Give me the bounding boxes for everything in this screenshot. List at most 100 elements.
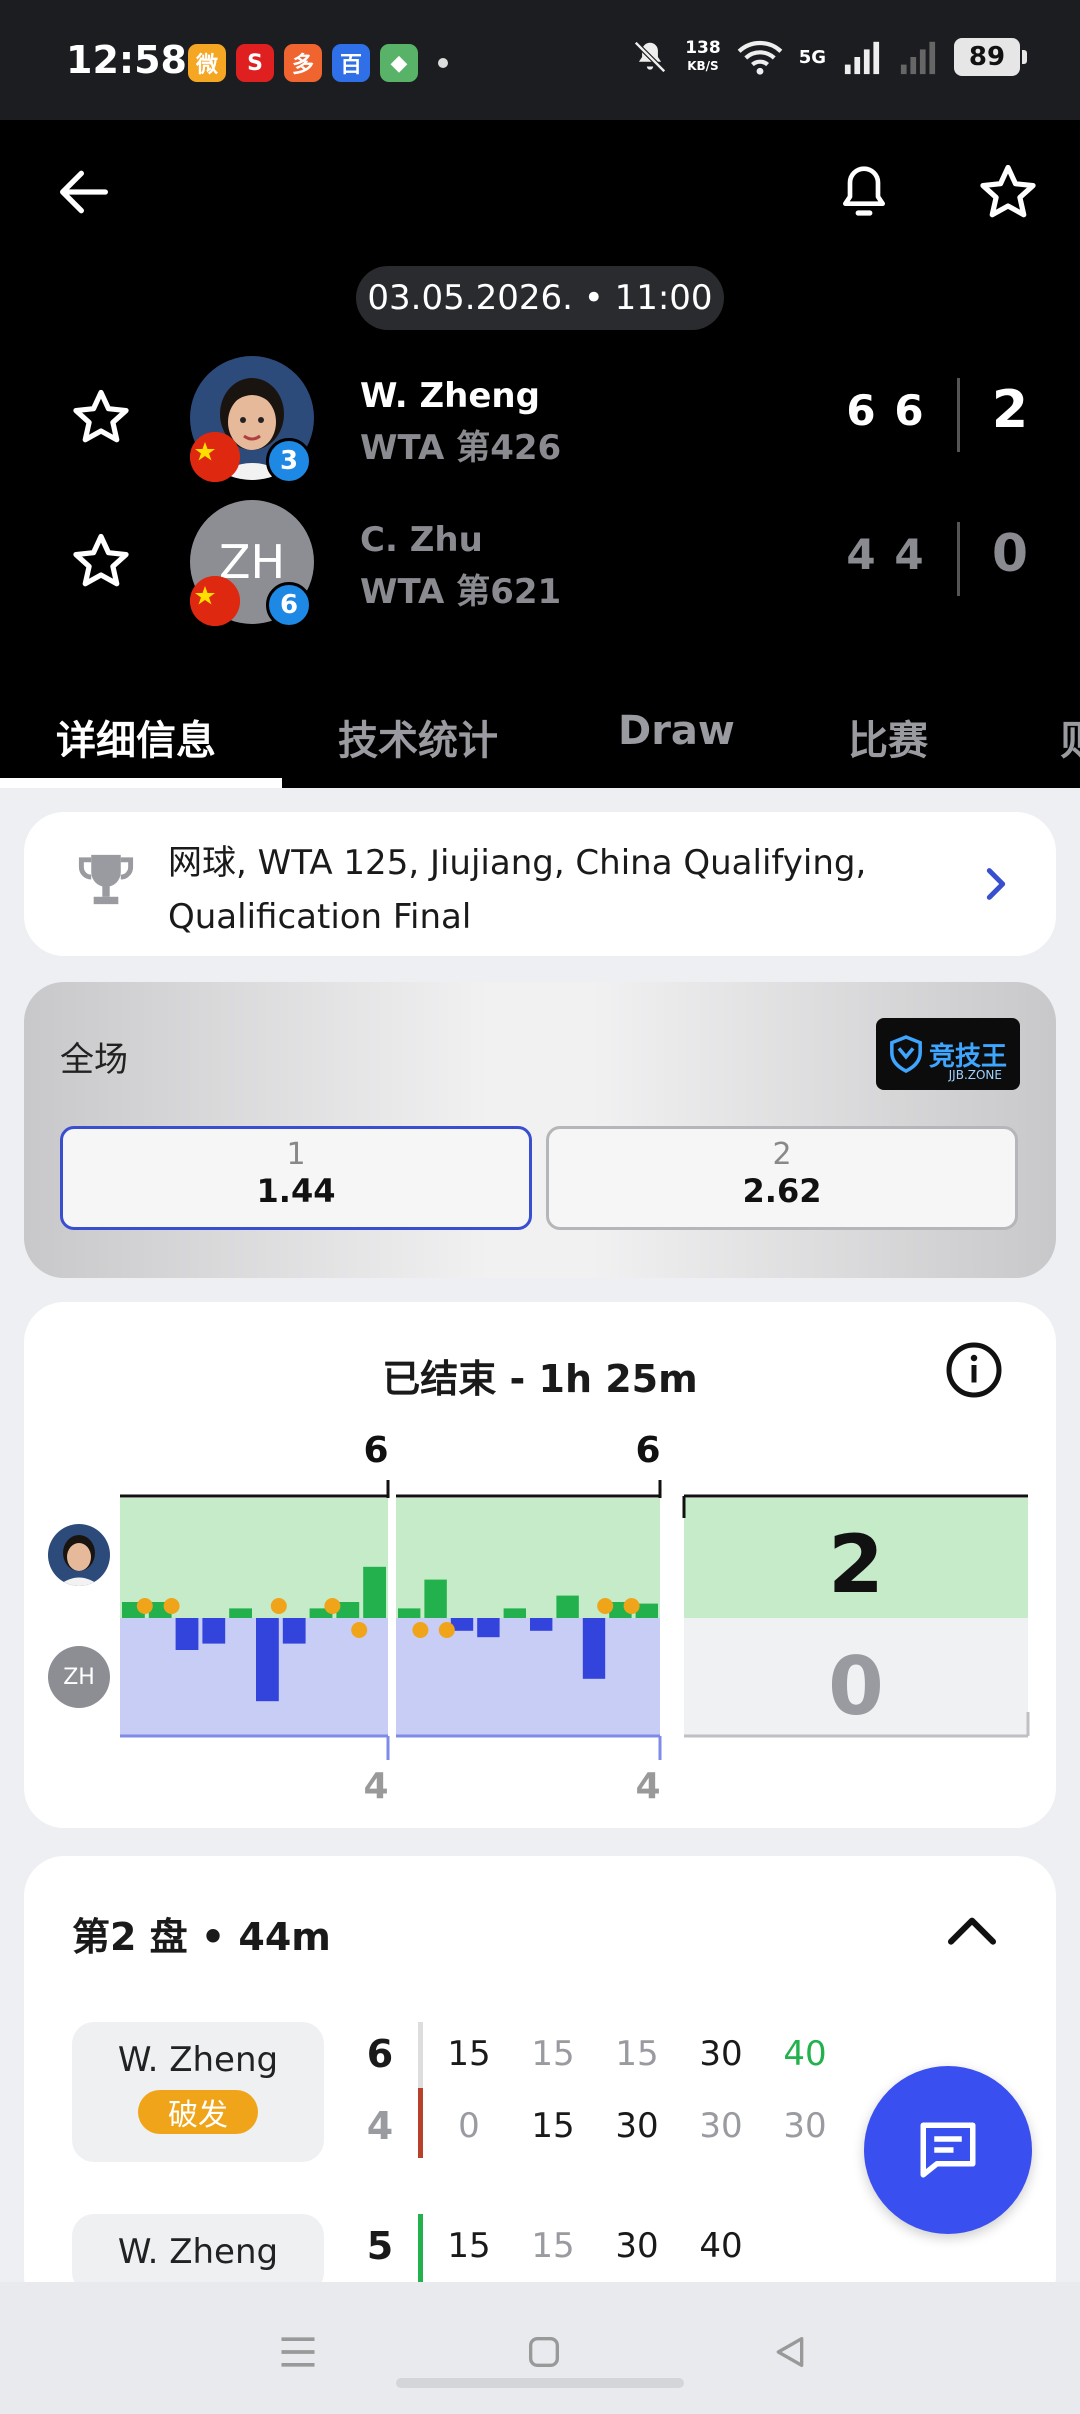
score-divider <box>957 378 960 452</box>
set2-top-score: 6 <box>635 1430 660 1471</box>
point-score: 15 <box>531 2106 575 2146</box>
set-score: 6 <box>846 386 876 435</box>
player-rank: WTA 第621 <box>360 572 562 612</box>
menu-icon[interactable] <box>268 2322 328 2382</box>
chat-button[interactable] <box>864 2066 1032 2234</box>
wifi-icon <box>737 40 783 75</box>
momentum-bar <box>175 1618 199 1650</box>
battery-icon: 89 <box>954 38 1027 76</box>
momentum-card: 已结束 - 1h 25m ZH 6 6 4 4 2 0 <box>24 1302 1056 1828</box>
gesture-handle[interactable] <box>396 2378 684 2388</box>
momentum-bar <box>202 1618 226 1644</box>
tournament-card[interactable]: 网球, WTA 125, Jiujiang, China Qualifying,… <box>24 812 1056 956</box>
point-score: 40 <box>783 2034 827 2074</box>
bookmaker-name: 竞技王 <box>928 1041 1007 1072</box>
odds-market-title: 全场 <box>60 1040 128 1080</box>
momentum-bar <box>424 1579 447 1618</box>
match-datetime: 03.05.2026. • 11:00 <box>356 266 724 330</box>
chevron-up-icon[interactable] <box>944 1910 1000 1954</box>
sets-won-total: 0 <box>991 524 1029 584</box>
momentum-bar <box>363 1566 386 1618</box>
odds-value: 1.44 <box>256 1172 336 1210</box>
mute-bell-icon <box>634 41 667 73</box>
back-triangle-icon[interactable] <box>760 2322 820 2382</box>
final-sets-player2: 0 <box>828 1640 884 1733</box>
player-favorite-star-icon[interactable] <box>70 386 132 452</box>
break-indicator <box>418 2088 423 2158</box>
bell-icon[interactable] <box>824 152 904 232</box>
tab-details[interactable]: 详细信息 <box>56 708 216 766</box>
tab-odds[interactable]: 则 <box>1060 708 1080 766</box>
player-name[interactable]: W. Zheng <box>360 376 540 416</box>
pinduoduo-icon: 多 <box>284 44 322 82</box>
momentum-bar <box>229 1608 252 1618</box>
player-favorite-star-icon[interactable] <box>70 530 132 596</box>
system-nav-bar <box>0 2282 1080 2414</box>
break-point-marker <box>597 1598 614 1614</box>
game-score-top: 6 <box>366 2032 394 2076</box>
set2-bottom-score: 4 <box>635 1766 660 1807</box>
break-point-marker <box>623 1598 640 1614</box>
momentum-chart: 6 6 4 4 2 0 <box>120 1430 1030 1807</box>
set1-bottom-score: 4 <box>363 1766 388 1807</box>
home-square-icon[interactable] <box>514 2322 574 2382</box>
china-flag-icon <box>190 432 240 482</box>
point-score: 30 <box>783 2106 827 2146</box>
signal-weak-icon <box>900 41 936 75</box>
baidu-icon: 百 <box>332 44 370 82</box>
signal-icon <box>844 41 880 75</box>
player-rank: WTA 第426 <box>360 428 562 468</box>
odds-button-away[interactable]: 2 2.62 <box>546 1126 1018 1230</box>
notification-icons: 微 S 多 百 ◆ <box>188 44 448 82</box>
match-header: 03.05.2026. • 11:00 3 W. Zheng WTA 第426 … <box>0 120 1080 788</box>
point-score: 15 <box>447 2034 491 2074</box>
set-score: 4 <box>894 530 924 579</box>
server-name: W. Zheng <box>117 2040 279 2080</box>
server-box: W. Zheng 破发 <box>72 2022 324 2162</box>
app-icon: ◆ <box>380 44 418 82</box>
break-point-marker <box>270 1598 287 1614</box>
momentum-bar <box>477 1618 500 1638</box>
point-score: 15 <box>531 2034 575 2074</box>
point-score: 0 <box>458 2106 480 2146</box>
score-divider <box>957 522 960 596</box>
chevron-right-icon[interactable] <box>976 862 1016 910</box>
weibo-icon: 微 <box>188 44 226 82</box>
momentum-bar <box>503 1608 526 1618</box>
arrow-left-icon[interactable] <box>44 152 124 232</box>
net-speed: 138 KB/S <box>685 38 721 73</box>
seed-badge: 3 <box>266 438 312 484</box>
status-right: 138 KB/S 5G 89 <box>631 38 1027 76</box>
break-badge: 破发 <box>138 2090 258 2134</box>
tab-matches[interactable]: 比赛 <box>848 708 928 766</box>
set-score: 6 <box>894 386 924 435</box>
point-score: 15 <box>447 2226 491 2266</box>
set-title: 第2 盘 • 44m <box>72 1915 331 1959</box>
odds-label: 2 <box>772 1137 792 1172</box>
favorite-star-icon[interactable] <box>968 152 1048 232</box>
tab-draw[interactable]: Draw <box>618 708 735 754</box>
tab-stats[interactable]: 技术统计 <box>338 708 498 766</box>
break-point-marker <box>324 1598 341 1614</box>
seed-badge: 6 <box>266 582 312 628</box>
set1-top-score: 6 <box>363 1430 388 1471</box>
final-sets-player1: 2 <box>828 1518 884 1611</box>
chat-icon <box>920 2122 976 2178</box>
momentum-bar <box>282 1618 306 1644</box>
odds-button-home[interactable]: 1 1.44 <box>60 1126 532 1230</box>
network-type: 5G <box>798 46 826 68</box>
point-score: 15 <box>531 2226 575 2266</box>
player-name[interactable]: C. Zhu <box>360 520 483 560</box>
game-score-top: 5 <box>366 2224 394 2268</box>
odds-label: 1 <box>286 1137 306 1172</box>
sets-won-total: 2 <box>991 380 1029 440</box>
point-score: 30 <box>615 2226 659 2266</box>
momentum-bar <box>582 1618 606 1679</box>
bookmaker-logo[interactable]: 竞技王 JJB.ZONE <box>876 1018 1020 1090</box>
active-tab-indicator <box>0 778 282 788</box>
server-name: W. Zheng <box>117 2232 279 2272</box>
trophy-icon <box>76 850 136 918</box>
point-score: 15 <box>615 2034 659 2074</box>
tab-bar: 详细信息 技术统计 Draw 比赛 则 <box>0 680 1080 788</box>
game-score-bottom: 4 <box>366 2104 394 2148</box>
